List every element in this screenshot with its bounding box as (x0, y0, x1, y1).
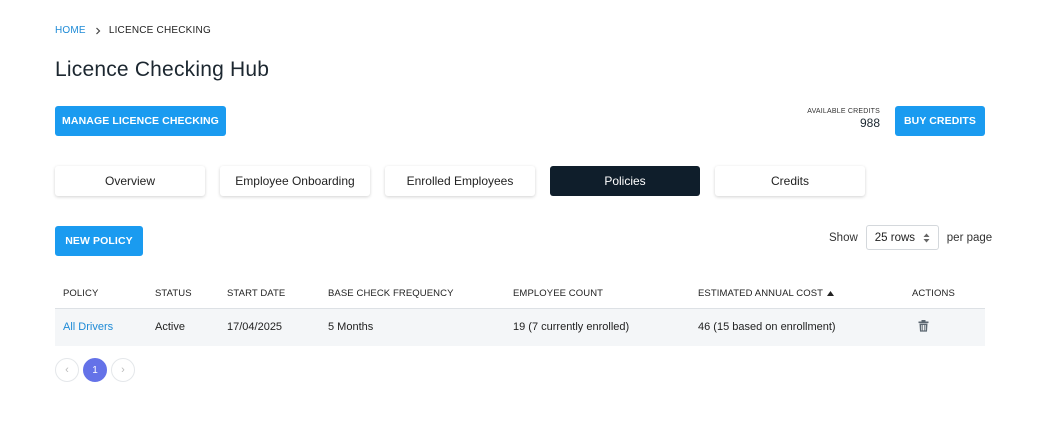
pagination-next-button[interactable]: › (111, 358, 135, 382)
table-header-row: POLICY STATUS START DATE BASE CHECK FREQ… (55, 279, 985, 309)
breadcrumb-home-link[interactable]: HOME (55, 25, 86, 36)
column-header-frequency[interactable]: BASE CHECK FREQUENCY (320, 279, 505, 309)
available-credits: AVAILABLE CREDITS 988 (807, 108, 880, 130)
breadcrumb: HOME LICENCE CHECKING (55, 25, 211, 36)
tab-credits[interactable]: Credits (715, 166, 865, 196)
new-policy-button[interactable]: NEW POLICY (55, 226, 143, 256)
cell-frequency: 5 Months (320, 308, 505, 346)
cell-actions (904, 308, 985, 346)
column-header-annual-cost[interactable]: ESTIMATED ANNUAL COST (690, 279, 904, 309)
trash-icon[interactable] (918, 319, 929, 332)
sort-ascending-icon (827, 290, 835, 296)
cell-start-date: 17/04/2025 (219, 308, 320, 346)
policies-table: POLICY STATUS START DATE BASE CHECK FREQ… (55, 279, 985, 346)
cell-employee-count: 19 (7 currently enrolled) (505, 308, 690, 346)
rows-per-page-value: 25 rows (874, 231, 916, 244)
tab-bar: Overview Employee Onboarding Enrolled Em… (55, 166, 865, 196)
column-header-start-date[interactable]: START DATE (219, 279, 320, 309)
column-header-status[interactable]: STATUS (147, 279, 219, 309)
cell-status: Active (147, 308, 219, 346)
tab-employee-onboarding[interactable]: Employee Onboarding (220, 166, 370, 196)
tab-enrolled-employees[interactable]: Enrolled Employees (385, 166, 535, 196)
cell-annual-cost: 46 (15 based on enrollment) (690, 308, 904, 346)
rows-per-page-select[interactable]: 25 rows (865, 225, 939, 250)
pagination-prev-button[interactable]: ‹ (55, 358, 79, 382)
breadcrumb-current: LICENCE CHECKING (108, 25, 211, 36)
available-credits-value: 988 (859, 116, 880, 130)
column-header-annual-cost-label: ESTIMATED ANNUAL COST (698, 287, 824, 299)
sort-updown-icon (923, 233, 930, 243)
per-page-label: per page (946, 231, 993, 244)
pagination-page-1[interactable]: 1 (83, 358, 107, 382)
table-row: All Drivers Active 17/04/2025 5 Months 1… (55, 308, 985, 346)
pagination: ‹ 1 › (55, 358, 135, 382)
available-credits-label: AVAILABLE CREDITS (807, 108, 880, 115)
chevron-right-icon (95, 27, 101, 34)
manage-licence-checking-button[interactable]: MANAGE LICENCE CHECKING (55, 106, 226, 136)
column-header-employee-count[interactable]: EMPLOYEE COUNT (505, 279, 690, 309)
rows-per-page-control: Show 25 rows per page (829, 225, 992, 250)
show-label: Show (829, 231, 858, 244)
column-header-policy[interactable]: POLICY (55, 279, 147, 309)
page-title: Licence Checking Hub (55, 58, 270, 81)
tab-policies[interactable]: Policies (550, 166, 700, 196)
buy-credits-button[interactable]: BUY CREDITS (895, 106, 985, 136)
cell-policy: All Drivers (55, 308, 147, 346)
column-header-actions: ACTIONS (904, 279, 985, 309)
tab-overview[interactable]: Overview (55, 166, 205, 196)
policy-link[interactable]: All Drivers (63, 321, 113, 333)
